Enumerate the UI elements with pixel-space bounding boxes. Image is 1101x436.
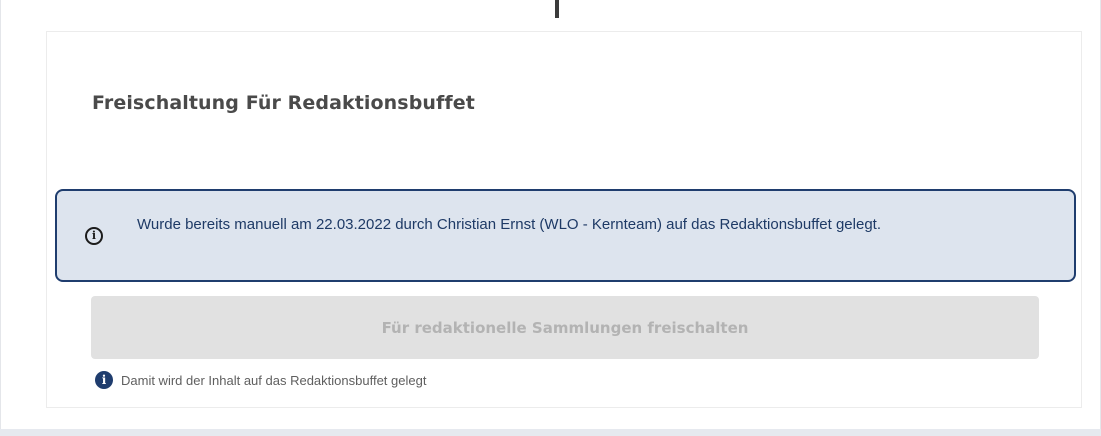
- page: Freischaltung Für Redaktionsbuffet i Wur…: [0, 0, 1101, 436]
- hint-row: i Damit wird der Inhalt auf das Redaktio…: [95, 371, 426, 389]
- unlock-card: Freischaltung Für Redaktionsbuffet i Wur…: [46, 31, 1082, 408]
- unlock-for-collections-button[interactable]: Für redaktionelle Sammlungen freischalte…: [91, 296, 1039, 359]
- hint-text: Damit wird der Inhalt auf das Redaktions…: [121, 372, 427, 388]
- info-outline-icon: i: [85, 227, 103, 245]
- left-border: [0, 0, 1, 430]
- info-message-text: Wurde bereits manuell am 22.03.2022 durc…: [137, 216, 881, 233]
- card-title: Freischaltung Für Redaktionsbuffet: [92, 92, 475, 114]
- bottom-divider: [0, 429, 1101, 436]
- info-filled-icon: i: [95, 371, 113, 389]
- info-message-box: i Wurde bereits manuell am 22.03.2022 du…: [55, 189, 1076, 282]
- scroll-marker: [555, 0, 559, 18]
